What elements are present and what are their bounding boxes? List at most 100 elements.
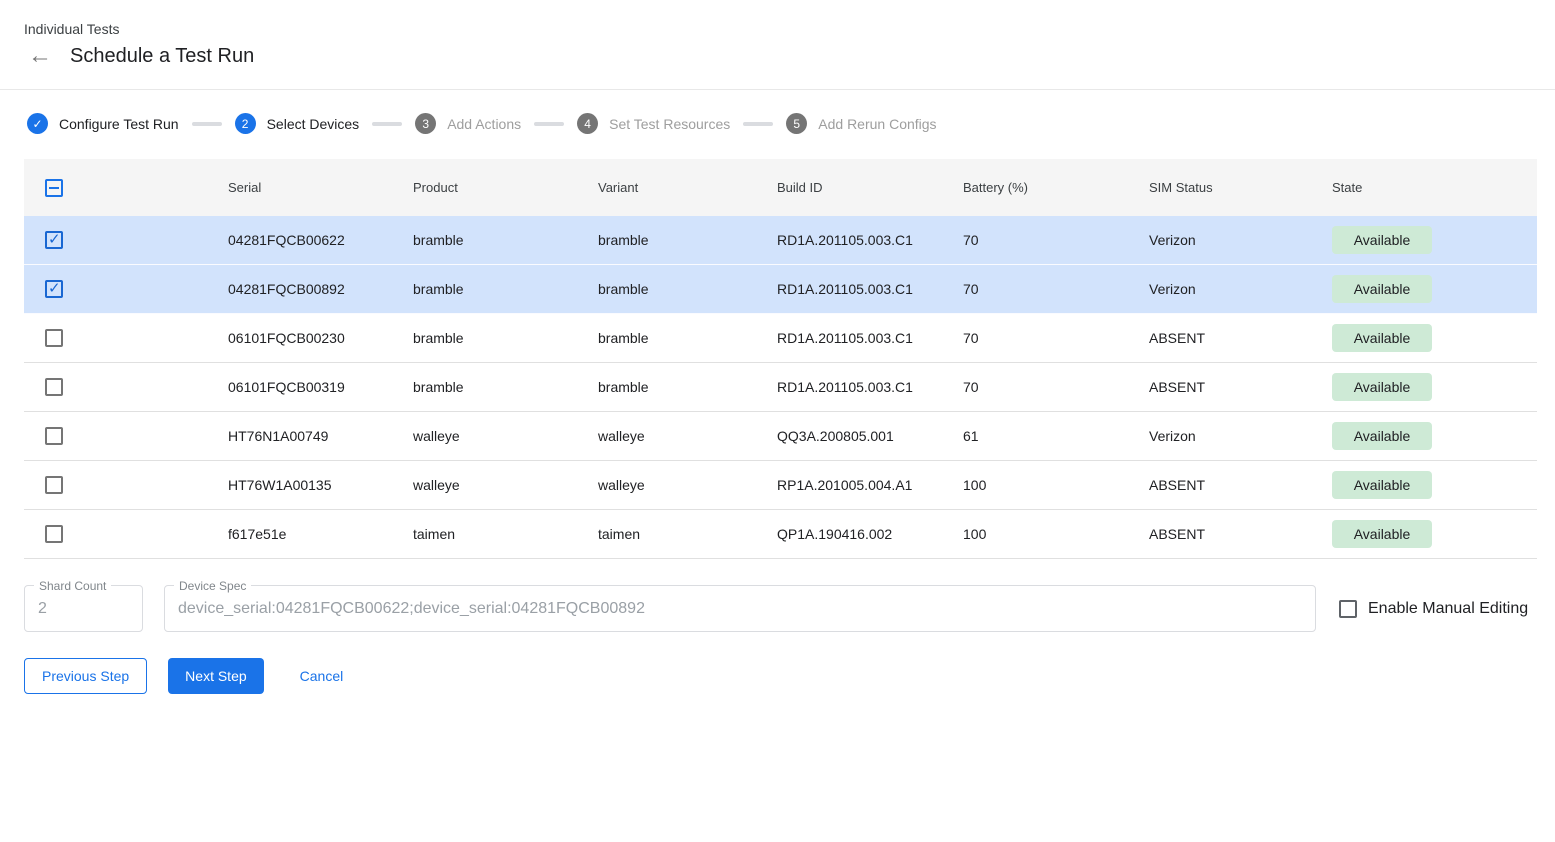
step-connector xyxy=(534,122,564,126)
wizard-actions: Previous Step Next Step Cancel xyxy=(24,658,1555,694)
row-checkbox[interactable] xyxy=(45,525,63,543)
row-checkbox[interactable] xyxy=(45,378,63,396)
cell-serial: 04281FQCB00892 xyxy=(228,281,413,297)
device-table: Serial Product Variant Build ID Battery … xyxy=(24,159,1537,559)
cell-serial: 06101FQCB00319 xyxy=(228,379,413,395)
table-header-row: Serial Product Variant Build ID Battery … xyxy=(24,159,1537,216)
cell-battery: 100 xyxy=(963,477,1149,493)
table-row[interactable]: HT76N1A00749 walleye walleye QQ3A.200805… xyxy=(24,412,1537,461)
cancel-button[interactable]: Cancel xyxy=(292,658,352,694)
column-header-sim-status: SIM Status xyxy=(1149,180,1332,195)
device-spec-form: Shard Count Device Spec Enable Manual Ed… xyxy=(24,585,1555,632)
page-title: Schedule a Test Run xyxy=(70,45,254,68)
step-connector xyxy=(372,122,402,126)
cell-variant: bramble xyxy=(598,379,777,395)
state-badge: Available xyxy=(1332,422,1432,450)
cell-build-id: RD1A.201105.003.C1 xyxy=(777,330,963,346)
cell-variant: walleye xyxy=(598,477,777,493)
cell-battery: 100 xyxy=(963,526,1149,542)
cell-battery: 61 xyxy=(963,428,1149,444)
cell-variant: bramble xyxy=(598,232,777,248)
stepper-step-1[interactable]: ✓ Configure Test Run xyxy=(27,113,179,134)
device-spec-field: Device Spec xyxy=(164,585,1316,632)
cell-sim-status: ABSENT xyxy=(1149,330,1332,346)
cell-product: walleye xyxy=(413,428,598,444)
state-badge: Available xyxy=(1332,373,1432,401)
column-header-build-id: Build ID xyxy=(777,180,963,195)
cell-serial: HT76W1A00135 xyxy=(228,477,413,493)
stepper-step-3[interactable]: 3 Add Actions xyxy=(415,113,521,134)
table-row[interactable]: 06101FQCB00319 bramble bramble RD1A.2011… xyxy=(24,363,1537,412)
page-header: Individual Tests ← Schedule a Test Run xyxy=(0,0,1555,68)
cell-battery: 70 xyxy=(963,232,1149,248)
device-spec-input[interactable] xyxy=(165,586,1315,631)
cell-sim-status: Verizon xyxy=(1149,428,1332,444)
cell-battery: 70 xyxy=(963,330,1149,346)
cell-serial: HT76N1A00749 xyxy=(228,428,413,444)
stepper: ✓ Configure Test Run 2 Select Devices 3 … xyxy=(0,90,1555,159)
enable-manual-editing-toggle[interactable]: Enable Manual Editing xyxy=(1339,600,1528,618)
column-header-battery: Battery (%) xyxy=(963,180,1149,195)
cell-build-id: RP1A.201005.004.A1 xyxy=(777,477,963,493)
cell-product: bramble xyxy=(413,330,598,346)
step-indicator: 4 xyxy=(577,113,598,134)
step-label: Add Rerun Configs xyxy=(818,116,936,132)
cell-build-id: QP1A.190416.002 xyxy=(777,526,963,542)
cell-battery: 70 xyxy=(963,379,1149,395)
cell-variant: walleye xyxy=(598,428,777,444)
next-step-button[interactable]: Next Step xyxy=(168,658,263,694)
shard-count-label: Shard Count xyxy=(34,579,111,593)
cell-variant: bramble xyxy=(598,281,777,297)
column-header-state: State xyxy=(1332,180,1537,195)
step-label: Set Test Resources xyxy=(609,116,730,132)
table-body: 04281FQCB00622 bramble bramble RD1A.2011… xyxy=(24,216,1537,559)
cell-sim-status: ABSENT xyxy=(1149,526,1332,542)
device-spec-label: Device Spec xyxy=(174,579,251,593)
state-badge: Available xyxy=(1332,520,1432,548)
cell-product: bramble xyxy=(413,232,598,248)
table-row[interactable]: 04281FQCB00892 bramble bramble RD1A.2011… xyxy=(24,265,1537,314)
cell-build-id: RD1A.201105.003.C1 xyxy=(777,379,963,395)
cell-product: bramble xyxy=(413,281,598,297)
step-indicator: 3 xyxy=(415,113,436,134)
column-header-variant: Variant xyxy=(598,180,777,195)
step-indicator: 2 xyxy=(235,113,256,134)
step-connector xyxy=(743,122,773,126)
state-badge: Available xyxy=(1332,226,1432,254)
cell-product: taimen xyxy=(413,526,598,542)
row-checkbox[interactable] xyxy=(45,231,63,249)
cell-sim-status: ABSENT xyxy=(1149,477,1332,493)
step-indicator: 5 xyxy=(786,113,807,134)
row-checkbox[interactable] xyxy=(45,427,63,445)
cell-build-id: RD1A.201105.003.C1 xyxy=(777,281,963,297)
cell-variant: bramble xyxy=(598,330,777,346)
cell-sim-status: ABSENT xyxy=(1149,379,1332,395)
column-header-product: Product xyxy=(413,180,598,195)
select-all-checkbox[interactable] xyxy=(45,179,63,197)
previous-step-button[interactable]: Previous Step xyxy=(24,658,147,694)
state-badge: Available xyxy=(1332,471,1432,499)
stepper-step-4[interactable]: 4 Set Test Resources xyxy=(577,113,730,134)
enable-manual-editing-checkbox[interactable] xyxy=(1339,600,1357,618)
cell-sim-status: Verizon xyxy=(1149,281,1332,297)
cell-sim-status: Verizon xyxy=(1149,232,1332,248)
step-indicator: ✓ xyxy=(27,113,48,134)
cell-serial: f617e51e xyxy=(228,526,413,542)
row-checkbox[interactable] xyxy=(45,280,63,298)
row-checkbox[interactable] xyxy=(45,329,63,347)
stepper-step-2[interactable]: 2 Select Devices xyxy=(235,113,360,134)
table-row[interactable]: f617e51e taimen taimen QP1A.190416.002 1… xyxy=(24,510,1537,559)
back-arrow-icon[interactable]: ← xyxy=(28,44,52,68)
table-row[interactable]: 06101FQCB00230 bramble bramble RD1A.2011… xyxy=(24,314,1537,363)
table-row[interactable]: HT76W1A00135 walleye walleye RP1A.201005… xyxy=(24,461,1537,510)
row-checkbox[interactable] xyxy=(45,476,63,494)
cell-serial: 06101FQCB00230 xyxy=(228,330,413,346)
step-label: Select Devices xyxy=(267,116,360,132)
state-badge: Available xyxy=(1332,324,1432,352)
state-badge: Available xyxy=(1332,275,1432,303)
stepper-step-5[interactable]: 5 Add Rerun Configs xyxy=(786,113,936,134)
table-row[interactable]: 04281FQCB00622 bramble bramble RD1A.2011… xyxy=(24,216,1537,265)
shard-count-field: Shard Count xyxy=(24,585,143,632)
cell-build-id: QQ3A.200805.001 xyxy=(777,428,963,444)
cell-variant: taimen xyxy=(598,526,777,542)
